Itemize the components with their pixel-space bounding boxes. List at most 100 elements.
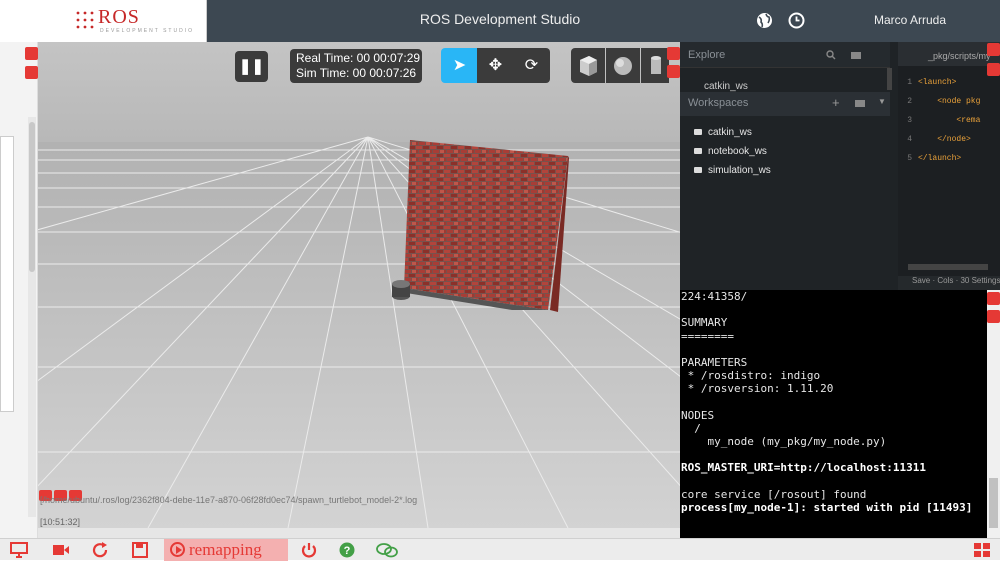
gazebo-viewport[interactable]: ❚❚ Real Time: 00 00:07:29 Sim Time: 00 0… [38,42,680,528]
list-item[interactable]: simulation_ws [694,165,771,184]
log-path: [/home/ubuntu/.ros/log/2362f804-debe-11e… [40,495,418,505]
left-side-panel [0,136,14,412]
refresh-icon[interactable] [92,542,110,558]
workspace-label: simulation_ws [708,165,771,176]
time-display: Real Time: 00 00:07:29 Sim Time: 00 00:0… [290,49,422,83]
list-item[interactable]: notebook_ws [694,146,771,165]
chevron-down-icon[interactable]: ▼ [878,97,886,106]
folder-icon [694,148,702,154]
power-icon[interactable] [300,542,318,558]
workspace-list: catkin_ws notebook_ws simulation_ws [694,127,771,184]
ide-panel: Explore catkin_ws Workspaces + ▼ catkin_… [680,42,1000,290]
eye-icon[interactable] [25,66,38,79]
remapping-launch-button[interactable]: remapping [164,539,288,561]
popout-icon[interactable] [25,47,38,60]
translate-tool-button[interactable]: ✥ [477,48,514,83]
terminal-line: ======== [681,329,734,343]
code-line: 5 </launch> [907,154,962,164]
sphere-icon [614,57,632,75]
grid-icon[interactable] [973,542,991,558]
box-shape-button[interactable] [571,48,605,83]
code-line: 3 <rema [907,115,981,125]
list-item[interactable]: catkin_ws [694,127,771,146]
terminal-line: * /rosversion: 1.11.20 [681,382,834,396]
remapping-label: remapping [189,540,262,559]
editor-tab[interactable]: _pkg/scripts/my [898,42,1000,66]
folder-icon[interactable] [854,98,866,108]
cylinder-icon [651,56,661,74]
close-icon[interactable] [987,292,1000,305]
code-editor[interactable]: _pkg/scripts/my 1 <launch> 2 <node pkg 3 … [898,42,1000,290]
pause-button[interactable]: ❚❚ [235,51,268,82]
folder-icon [694,129,702,135]
sim-time: Sim Time: 00 00:07:26 [296,66,417,80]
cylinder-shape-button[interactable] [641,48,669,83]
terminal-line: my_node (my_pkg/my_node.py) [681,435,887,449]
terminal-line: process[my_node-1]: started with pid [11… [681,501,973,514]
explore-scrollbar[interactable] [887,68,892,90]
popout-icon[interactable] [987,63,1000,76]
globe-icon[interactable] [756,12,773,29]
folder-icon [694,167,702,173]
search-icon[interactable] [826,50,836,60]
terminal-scrollbar-thumb[interactable] [989,478,998,528]
top-bar: ROS DEVELOPMENT STUDIO ROS Development S… [0,0,1000,42]
terminal-line: SUMMARY [681,316,728,330]
explore-title: Explore [688,49,726,61]
editor-hscrollbar[interactable] [908,264,988,270]
bottom-toolbar: remapping ? [0,538,1000,561]
editor-status-bar: Save · Cols · 30 Settings [898,276,1000,290]
terminal-line: ROS_MASTER_URI=http://localhost:11311 [681,461,927,475]
terminal-line: PARAMETERS [681,355,748,369]
viewport-scrollbar[interactable] [38,528,680,538]
sphere-shape-button[interactable] [606,48,640,83]
close-icon[interactable] [667,47,680,60]
play-circle-icon [170,542,185,557]
save-icon[interactable] [131,542,149,558]
user-name[interactable]: Marco Arruda [874,13,946,27]
code-content[interactable]: 1 <launch> 2 <node pkg 3 <rema 4 </node> … [898,68,980,183]
log-timestamp: [10:51:32] [40,517,81,527]
add-icon[interactable]: + [832,95,840,110]
code-line: 1 <launch> [907,77,957,87]
terminal[interactable]: 224:41358/SUMMARY ======== PARAMETERS * /r… [680,290,987,538]
list-icon[interactable] [667,65,680,78]
terminal-line: NODES [681,408,715,422]
terminal-line: core service [/rosout] found [681,487,867,501]
folder-icon[interactable] [850,50,862,60]
select-tool-button[interactable]: ➤ [441,48,478,83]
terminal-line: 224:41358/ [681,290,748,303]
desktop-icon[interactable] [10,542,28,558]
cube-icon [580,56,597,76]
workspace-label: notebook_ws [708,146,767,157]
chat-icon[interactable] [376,542,398,558]
close-icon[interactable] [987,43,1000,56]
workspaces-title: Workspaces [688,97,749,109]
code-line: 4 </node> [907,135,971,145]
logo-text: ROS [98,6,140,28]
app-title: ROS Development Studio [419,11,581,27]
rotate-tool-button[interactable]: ⟳ [513,48,550,83]
help-icon[interactable]: ? [338,542,356,558]
simulation-scene [38,42,680,528]
logo-dots-icon [76,11,94,29]
logo-subtitle: DEVELOPMENT STUDIO [100,28,194,34]
catkin-folder-top[interactable]: catkin_ws [704,81,748,92]
terminal-line: / [681,421,701,435]
real-time: Real Time: 00 00:07:29 [296,51,421,65]
video-camera-icon[interactable] [52,542,70,558]
clock-icon[interactable] [788,12,805,29]
cursor-icon: ➤ [452,57,467,74]
terminal-line: * /rosdistro: indigo [681,369,821,383]
logo[interactable]: ROS DEVELOPMENT STUDIO [0,0,207,42]
left-scrollbar-thumb[interactable] [29,122,35,272]
svg-text:?: ? [344,545,351,557]
add-icon[interactable] [987,310,1000,323]
editor-path: _pkg/scripts/my [928,51,991,61]
rotate-icon: ⟳ [524,57,539,74]
move-icon: ✥ [488,57,503,74]
